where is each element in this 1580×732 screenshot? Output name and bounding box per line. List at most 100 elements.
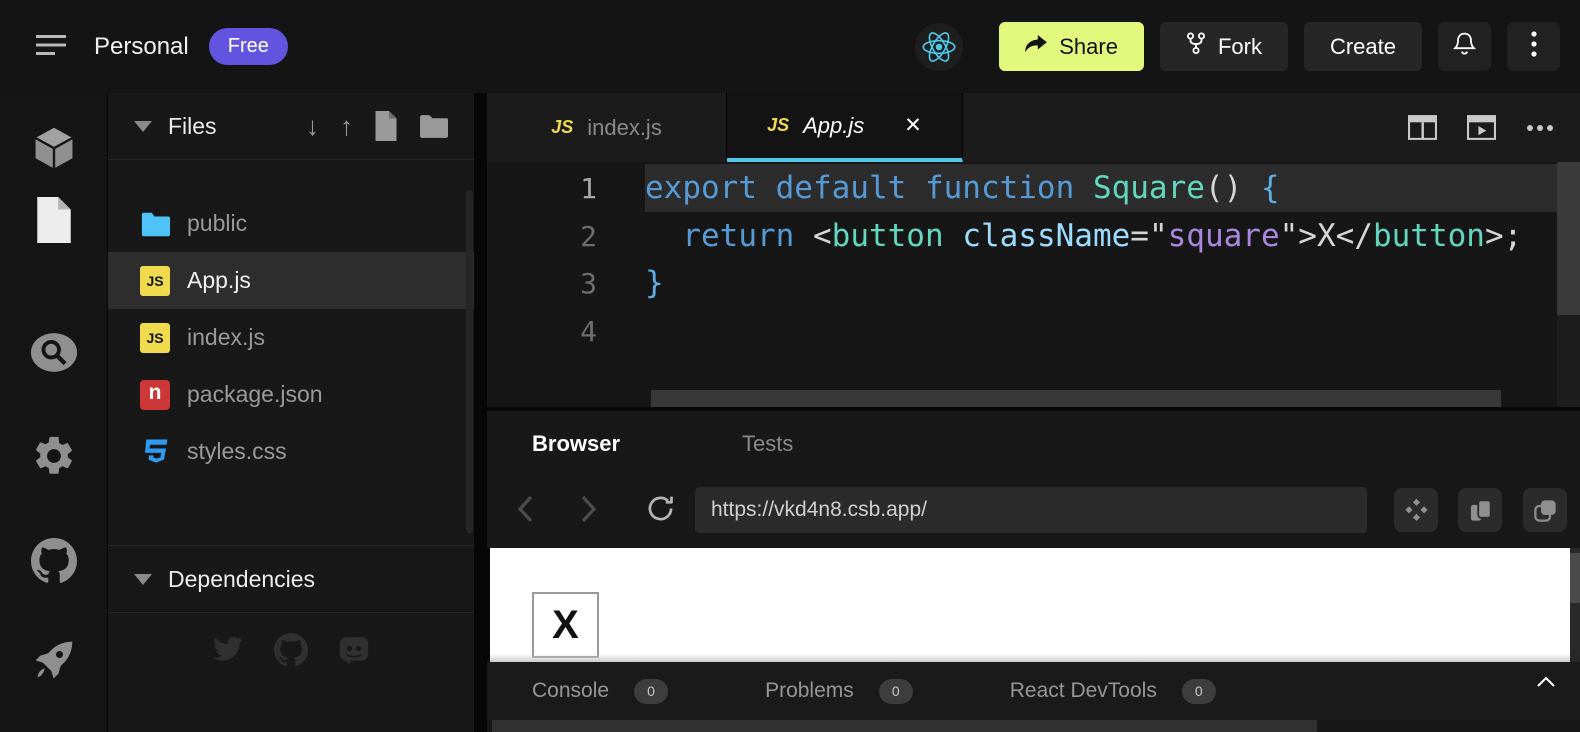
files-section-title: Files xyxy=(168,113,217,140)
close-tab-icon[interactable]: ✕ xyxy=(904,113,922,138)
workspace-name[interactable]: Personal xyxy=(94,33,189,61)
open-preview-icon[interactable] xyxy=(1467,115,1496,140)
file-explorer-icon[interactable] xyxy=(0,197,107,243)
top-bar: Personal Free Share Fork Create xyxy=(0,0,1580,93)
files-section-header[interactable]: Files ↓ ↑ xyxy=(108,93,474,160)
url-input[interactable] xyxy=(695,487,1367,533)
panel-horizontal-scrollbar[interactable] xyxy=(487,720,1580,732)
editor-tabs: JSindex.jsJSApp.js✕ xyxy=(487,93,963,162)
scrollbar-thumb[interactable] xyxy=(1557,162,1580,315)
editor-tab-App.js[interactable]: JSApp.js✕ xyxy=(727,93,963,162)
deploy-rocket-icon[interactable] xyxy=(0,638,107,682)
line-number: 4 xyxy=(487,308,597,356)
javascript-file-icon: JS xyxy=(140,266,170,296)
fork-icon xyxy=(1186,32,1206,61)
create-button[interactable]: Create xyxy=(1304,22,1422,71)
twitter-icon[interactable] xyxy=(210,633,246,667)
code-line-4 xyxy=(645,308,1522,356)
line-number: 1 xyxy=(487,165,597,213)
editor-vertical-scrollbar[interactable] xyxy=(1557,162,1580,407)
discord-icon[interactable] xyxy=(336,633,372,667)
editor-horizontal-scrollbar[interactable] xyxy=(651,390,1501,407)
code-token: return xyxy=(682,218,813,254)
file-list: publicJSApp.jsJSindex.jsnpackage.json sty… xyxy=(108,195,474,480)
file-row-package.json[interactable]: npackage.json xyxy=(108,366,474,423)
scrollbar-thumb[interactable] xyxy=(492,720,1317,732)
code-token: " xyxy=(1149,218,1168,254)
count-badge: 0 xyxy=(879,679,913,704)
create-label: Create xyxy=(1330,34,1396,60)
code-token: " xyxy=(1280,218,1299,254)
console-tab-label: Console xyxy=(532,679,609,703)
code-line-1: export default function Square() { xyxy=(645,165,1522,213)
fork-label: Fork xyxy=(1218,34,1262,60)
split-view-icon[interactable] xyxy=(1408,115,1437,140)
dependencies-section-header[interactable]: Dependencies xyxy=(108,545,474,613)
code-token: export default function xyxy=(645,170,1093,206)
javascript-file-icon: JS xyxy=(140,323,170,353)
editor-tab-index.js[interactable]: JSindex.js xyxy=(487,93,727,162)
chevron-up-icon[interactable] xyxy=(1536,676,1556,688)
refresh-icon[interactable] xyxy=(645,493,676,524)
file-row-index.js[interactable]: JSindex.js xyxy=(108,309,474,366)
count-badge: 0 xyxy=(1182,679,1216,704)
top-bar-actions: Share Fork Create xyxy=(915,22,1560,71)
package-json-icon: n xyxy=(140,380,170,410)
code-token: < xyxy=(813,218,832,254)
css-file-icon xyxy=(140,437,170,467)
code-token: button xyxy=(1373,218,1485,254)
code-token xyxy=(645,218,682,254)
console-tab-problems[interactable]: Problems0 xyxy=(765,679,913,704)
open-in-new-window-icon[interactable] xyxy=(1523,488,1567,532)
new-folder-icon[interactable] xyxy=(419,114,448,139)
console-tab-console[interactable]: Console 0 xyxy=(532,679,668,704)
back-button[interactable] xyxy=(517,495,534,523)
forward-button[interactable] xyxy=(580,495,597,523)
responsive-preview-icon[interactable] xyxy=(1458,488,1502,532)
console-tab-react-devtools[interactable]: React DevTools0 xyxy=(1010,679,1216,704)
editor-view-tools xyxy=(1408,93,1554,162)
upload-icon[interactable]: ↑ xyxy=(340,113,353,139)
tab-label: index.js xyxy=(587,115,662,141)
main-menu-button[interactable] xyxy=(36,35,68,58)
search-icon[interactable] xyxy=(0,332,107,373)
fork-button[interactable]: Fork xyxy=(1160,22,1288,71)
hamburger-menu-icon xyxy=(36,35,68,58)
files-scrollbar[interactable] xyxy=(466,190,473,533)
chevron-down-icon xyxy=(134,121,152,132)
github-icon[interactable] xyxy=(0,538,107,584)
code-token: () xyxy=(1205,170,1242,206)
browser-panel-tab-browser[interactable]: Browser xyxy=(532,431,620,457)
tab-label: App.js xyxy=(803,113,864,139)
ellipsis-menu-icon[interactable] xyxy=(1526,124,1554,132)
download-icon[interactable]: ↓ xyxy=(306,113,319,139)
count-badge: 0 xyxy=(634,679,668,704)
preview-actions-icon[interactable] xyxy=(1394,488,1438,532)
browser-panel-tab-tests[interactable]: Tests xyxy=(742,431,793,457)
sandbox-cube-icon[interactable] xyxy=(0,126,107,174)
notifications-button[interactable] xyxy=(1438,22,1491,71)
code-token: } xyxy=(645,265,664,301)
react-logo-icon xyxy=(915,23,963,71)
file-row-styles.css[interactable]: styles.css xyxy=(108,423,474,480)
scrollbar-thumb[interactable] xyxy=(1570,553,1580,603)
code-editor[interactable]: 1234 export default function Square() { … xyxy=(487,162,1580,407)
settings-gear-icon[interactable] xyxy=(0,433,107,479)
new-file-icon[interactable] xyxy=(374,111,398,141)
code-token: button xyxy=(832,218,944,254)
preview-scrollbar[interactable] xyxy=(1570,548,1580,662)
code-token xyxy=(944,218,963,254)
github-icon[interactable] xyxy=(274,633,308,667)
browser-panel: Browser Tests xyxy=(487,411,1580,548)
files-toolbar: ↓ ↑ xyxy=(306,111,448,141)
browser-preview: X xyxy=(487,548,1580,662)
file-row-public[interactable]: public xyxy=(108,195,474,252)
line-number-gutter: 1234 xyxy=(487,165,597,355)
code-token: = xyxy=(1130,218,1149,254)
activity-bar xyxy=(0,93,107,732)
square-button[interactable]: X xyxy=(532,592,599,658)
file-row-App.js[interactable]: JSApp.js xyxy=(108,252,474,309)
file-name: styles.css xyxy=(187,438,287,465)
more-options-button[interactable] xyxy=(1507,22,1560,71)
share-button[interactable]: Share xyxy=(999,22,1144,71)
